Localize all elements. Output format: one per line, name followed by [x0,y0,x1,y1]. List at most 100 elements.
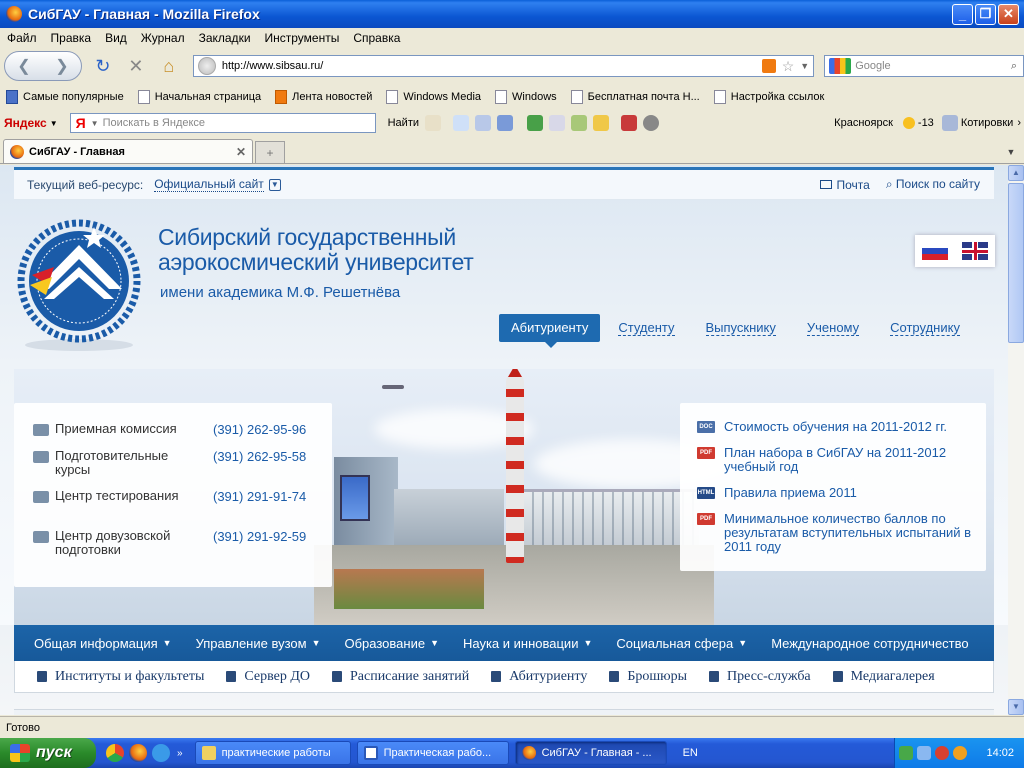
spellcheck-icon[interactable] [453,115,469,131]
role-applicant[interactable]: Абитуриенту [499,314,601,348]
menu-file[interactable]: Файл [0,31,44,45]
chevron-down-icon[interactable]: ▼ [91,119,103,128]
taskbar-button-folder[interactable]: практические работы [194,741,351,765]
ie-icon[interactable] [152,744,170,762]
stop-icon[interactable]: ✕ [124,54,148,78]
chevron-down-icon[interactable]: ▼ [50,119,58,128]
search-icon[interactable]: ⌕ [1011,60,1017,73]
menu-general-info[interactable]: Общая информация ▼ [34,636,172,651]
close-button[interactable]: ✕ [998,3,1019,25]
url-text[interactable]: http://www.sibsau.ru/ [222,60,762,72]
role-graduate[interactable]: Выпускнику [705,320,776,336]
gear-icon[interactable] [643,115,659,131]
security-icon[interactable] [935,746,949,760]
bookmark-item[interactable]: Самые популярные [6,90,124,104]
quick-link-institutes[interactable]: Институты и факультеты [37,669,204,685]
english-flag-icon[interactable] [962,242,988,260]
tab-sibsau[interactable]: СибГАУ - Главная ✕ [3,139,253,163]
close-tab-icon[interactable]: ✕ [236,145,246,159]
quotes-label[interactable]: Котировки [961,117,1014,129]
language-indicator[interactable]: EN [683,747,698,759]
bookmark-item[interactable]: Windows Media [386,90,481,104]
yandex-search-placeholder[interactable]: Поискать в Яндексе [103,117,205,129]
favorites-icon[interactable] [593,115,609,131]
mail-link[interactable]: Почта [819,178,870,192]
reload-icon[interactable]: ↻ [91,54,115,78]
scroll-thumb[interactable] [1008,183,1024,343]
yandex-search-input[interactable]: Я ▼ Поискать в Яндексе [69,113,376,133]
rss-icon[interactable] [761,59,776,73]
russian-flag-icon[interactable] [922,242,948,260]
document-link[interactable]: HTML Правила приема 2011 [697,486,984,500]
taskbar-button-firefox[interactable]: СибГАУ - Главная - ... [514,741,667,765]
bookmark-book-icon[interactable] [621,115,637,131]
weather-value[interactable]: -13 [918,117,934,129]
university-name[interactable]: Сибирский государственный аэрокосмически… [158,225,474,275]
home-icon[interactable]: ⌂ [157,54,181,78]
network-icon[interactable] [899,746,913,760]
quick-link-media[interactable]: Медиагалерея [832,669,935,685]
vertical-scrollbar[interactable]: ▲ ▼ [1008,165,1024,715]
menu-international[interactable]: Международное сотрудничество [771,636,968,651]
display-icon[interactable] [917,746,931,760]
menu-tools[interactable]: Инструменты [258,31,347,45]
bookmark-star-icon[interactable]: ☆ [782,58,795,75]
google-engine-icon[interactable] [829,58,852,74]
yandex-find-button[interactable]: Найти [388,117,419,129]
site-identity-icon[interactable] [197,57,216,75]
update-icon[interactable] [953,746,967,760]
city-label[interactable]: Красноярск [834,117,893,129]
search-input[interactable]: Google [855,60,1011,72]
search-box[interactable]: Google ⌕ [824,55,1024,77]
url-dropdown-icon[interactable]: ▼ [800,61,809,71]
new-tab-button[interactable]: + [255,141,285,163]
chevron-right-icon[interactable]: » [177,748,183,759]
menu-view[interactable]: Вид [98,31,134,45]
quick-link-distance-server[interactable]: Сервер ДО [226,669,310,685]
chrome-icon[interactable] [106,744,124,762]
menu-science[interactable]: Наука и инновации ▼ [463,636,592,651]
document-link[interactable]: PDF План набора в СибГАУ на 2011-2012 уч… [697,446,984,474]
role-employee[interactable]: Сотруднику [890,320,960,336]
mail-icon[interactable] [549,115,565,131]
tab-list-icon[interactable]: ▼ [1004,141,1018,163]
quick-link-applicant[interactable]: Абитуриенту [491,669,587,685]
bookmark-item[interactable]: Windows [495,90,557,104]
bookmark-item[interactable]: Начальная страница [137,90,261,104]
role-scientist[interactable]: Ученому [806,320,860,336]
bookmark-item[interactable]: Настройка ссылок [713,90,824,104]
menu-history[interactable]: Журнал [134,31,192,45]
translate-icon[interactable] [475,115,491,131]
minimize-button[interactable]: _ [952,3,973,25]
scroll-up-icon[interactable]: ▲ [1008,165,1024,181]
site-search-link[interactable]: ⌕ Поиск по сайту [886,177,980,192]
role-student[interactable]: Студенту [618,320,675,336]
menu-social[interactable]: Социальная сфера ▼ [616,636,747,651]
quick-link-press[interactable]: Пресс-служба [709,669,811,685]
scroll-down-icon[interactable]: ▼ [1008,699,1024,715]
chevron-down-icon[interactable]: ▼ [268,178,281,191]
speech-bubble-icon[interactable] [425,115,441,131]
document-link[interactable]: PDF Минимальное количество баллов по рез… [697,512,984,554]
bookmark-item[interactable]: Лента новостей [275,90,372,104]
chevron-right-icon[interactable]: › [1017,117,1021,129]
dictionary-icon[interactable] [497,115,513,131]
quick-link-schedule[interactable]: Расписание занятий [331,669,469,685]
yandex-logo[interactable]: Яндекс [4,116,47,130]
maximize-button[interactable]: ❐ [975,3,996,25]
forward-icon[interactable]: ❯ [55,56,68,76]
money-icon[interactable] [571,115,587,131]
start-button[interactable]: пуск [0,738,96,768]
menu-education[interactable]: Образование ▼ [344,636,439,651]
firefox-icon[interactable] [129,744,147,762]
menu-management[interactable]: Управление вузом ▼ [196,636,321,651]
quick-link-brochures[interactable]: Брошюры [609,669,687,685]
menu-edit[interactable]: Правка [44,31,99,45]
menu-help[interactable]: Справка [346,31,407,45]
address-bar[interactable]: http://www.sibsau.ru/ ☆ ▼ [192,55,815,77]
university-logo[interactable] [14,215,144,355]
bookmark-item[interactable]: Бесплатная почта H... [570,90,700,104]
back-icon[interactable]: ❮ [17,56,30,76]
menu-bookmarks[interactable]: Закладки [192,31,258,45]
resource-select[interactable]: Официальный сайт [154,177,264,192]
